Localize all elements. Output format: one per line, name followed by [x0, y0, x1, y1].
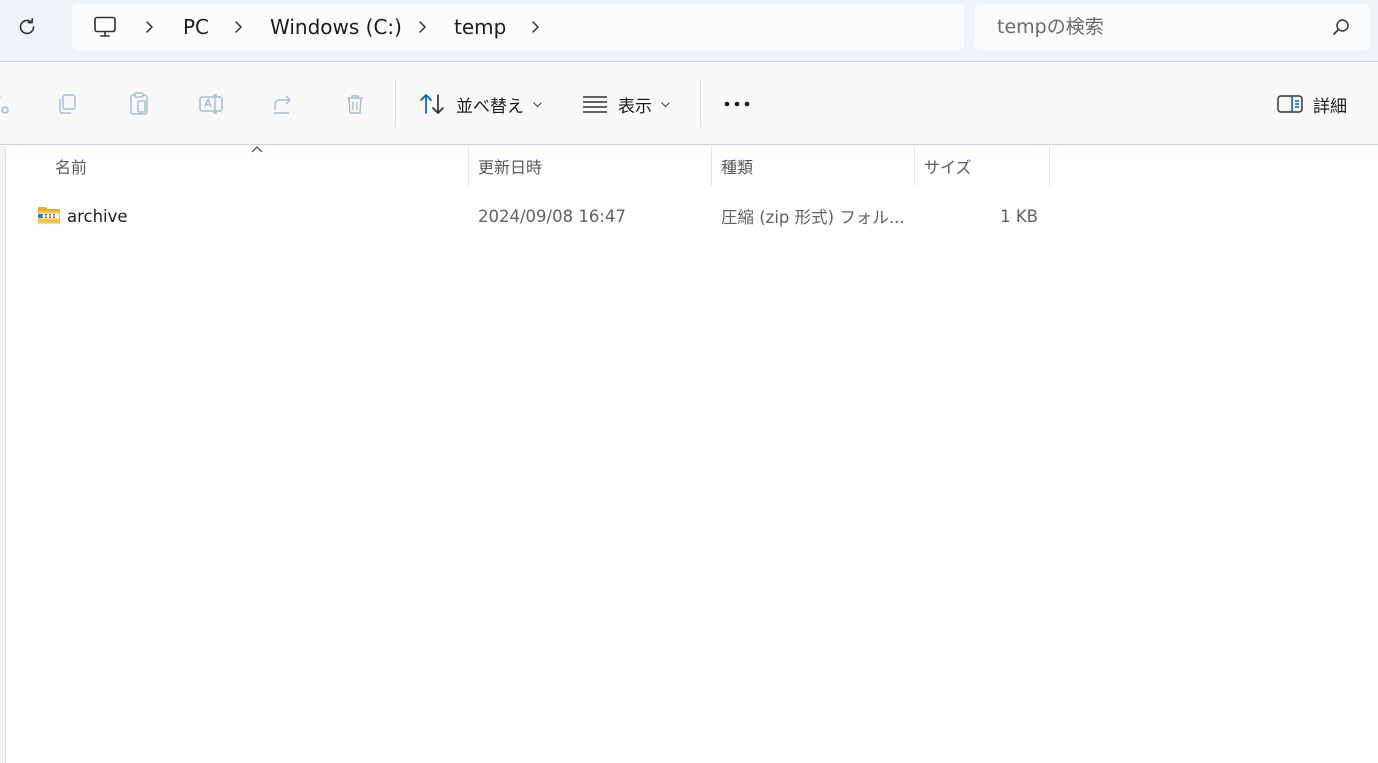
command-bar: 並べ替え 表示 詳細	[0, 63, 1378, 145]
breadcrumb-item-pc[interactable]: PC	[183, 4, 209, 50]
breadcrumb-chevron-icon[interactable]	[526, 4, 544, 50]
view-label: 表示	[618, 96, 652, 117]
column-header-date[interactable]: 更新日時	[478, 146, 708, 186]
column-divider[interactable]	[1049, 146, 1050, 186]
file-name[interactable]: archive	[67, 198, 128, 234]
search-icon[interactable]	[1331, 17, 1351, 37]
refresh-button[interactable]	[10, 9, 44, 45]
share-icon	[274, 95, 291, 114]
breadcrumb-item-temp[interactable]: temp	[454, 4, 506, 50]
view-list-icon	[583, 96, 607, 113]
search-input[interactable]	[997, 4, 1327, 50]
rename-icon	[199, 94, 223, 114]
column-header-type[interactable]: 種類	[721, 146, 911, 186]
paste-button[interactable]	[123, 88, 155, 120]
chevron-down-icon	[533, 101, 542, 107]
more-options-button[interactable]	[721, 88, 753, 120]
view-button[interactable]: 表示	[582, 85, 671, 123]
cut-icon	[0, 96, 9, 114]
refresh-icon	[19, 18, 35, 35]
more-icon	[724, 101, 750, 107]
file-explorer-window: PC Windows (C:) temp tempの検索 並べ替え 表示 詳細 …	[0, 0, 1378, 763]
delete-button[interactable]	[339, 88, 371, 120]
toolbar-divider	[395, 79, 396, 127]
breadcrumb[interactable]: PC Windows (C:) temp	[72, 4, 964, 50]
breadcrumb-chevron-icon[interactable]	[140, 4, 158, 50]
column-divider[interactable]	[711, 146, 712, 186]
details-pane-button[interactable]: 詳細	[1277, 85, 1347, 123]
zip-folder-icon	[38, 207, 60, 224]
column-divider[interactable]	[914, 146, 915, 186]
breadcrumb-chevron-icon[interactable]	[413, 4, 431, 50]
breadcrumb-computer[interactable]	[92, 4, 118, 50]
cut-button[interactable]	[0, 88, 16, 120]
copy-button[interactable]	[51, 88, 83, 120]
share-button[interactable]	[267, 88, 299, 120]
address-bar-row: PC Windows (C:) temp	[0, 0, 1378, 62]
trash-icon	[347, 95, 363, 114]
computer-icon	[94, 16, 116, 37]
sort-icon	[420, 94, 444, 114]
details-pane-icon	[1277, 95, 1303, 113]
file-row-archive[interactable]: archive 2024/09/08 16:47 圧縮 (zip 形式) フォル…	[30, 198, 1050, 234]
paste-icon	[130, 92, 148, 115]
file-modified-date: 2024/09/08 16:47	[478, 206, 626, 226]
navigation-pane-edge	[0, 146, 6, 763]
file-size: 1 KB	[1000, 206, 1038, 226]
column-header-name[interactable]: 名前	[55, 146, 465, 186]
file-type: 圧縮 (zip 形式) フォル...	[721, 208, 905, 227]
chevron-down-icon	[661, 101, 670, 107]
rename-button[interactable]	[195, 88, 227, 120]
sort-button[interactable]: 並べ替え	[418, 85, 543, 123]
copy-icon	[59, 94, 76, 114]
toolbar-divider	[700, 79, 701, 127]
column-header-size[interactable]: サイズ	[924, 146, 1044, 186]
column-divider[interactable]	[468, 146, 469, 186]
search-box[interactable]	[975, 4, 1370, 50]
breadcrumb-item-drive[interactable]: Windows (C:)	[270, 4, 402, 50]
details-label: 詳細	[1313, 96, 1347, 117]
sort-label: 並べ替え	[456, 96, 524, 117]
breadcrumb-chevron-icon[interactable]	[229, 4, 247, 50]
